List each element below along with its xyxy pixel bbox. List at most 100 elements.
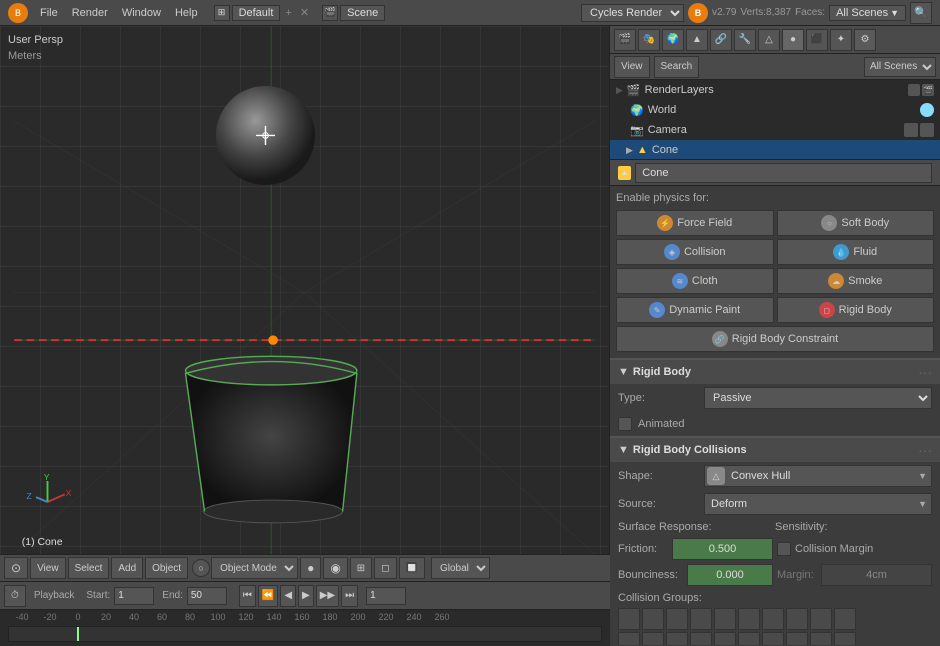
group-btn-1[interactable] — [618, 608, 640, 630]
workspace-selector[interactable]: Default — [232, 5, 281, 21]
timeline-track[interactable] — [8, 626, 602, 642]
tab-scene[interactable]: 🎭 — [638, 29, 660, 51]
orientation-selector[interactable]: Global — [431, 557, 490, 579]
group-btn-20[interactable] — [834, 632, 856, 645]
group-btn-5[interactable] — [714, 608, 736, 630]
tab-modifiers[interactable]: 🔧 — [734, 29, 756, 51]
viewport-extra3[interactable]: 🔲 — [399, 557, 425, 579]
group-btn-17[interactable] — [762, 632, 784, 645]
group-btn-14[interactable] — [690, 632, 712, 645]
shading-render-btn[interactable]: ◉ — [323, 557, 347, 579]
play-btn[interactable]: ▶ — [298, 585, 314, 607]
physics-btn-rigid-body[interactable]: ◻ Rigid Body — [777, 297, 935, 323]
group-btn-12[interactable] — [642, 632, 664, 645]
group-btn-15[interactable] — [714, 632, 736, 645]
group-btn-16[interactable] — [738, 632, 760, 645]
tab-constraints[interactable]: 🔗 — [710, 29, 732, 51]
tab-world[interactable]: 🌍 — [662, 29, 684, 51]
bounciness-value[interactable]: 0.000 — [687, 564, 773, 586]
viewport[interactable]: User Persp Meters — [0, 26, 610, 554]
tab-physics[interactable]: ⚙ — [854, 29, 876, 51]
render-engine-selector[interactable]: Cycles Render — [581, 4, 684, 22]
group-btn-9[interactable] — [810, 608, 832, 630]
physics-btn-dynamic-paint[interactable]: ✎ Dynamic Paint — [616, 297, 774, 323]
physics-btn-smoke[interactable]: ☁ Smoke — [777, 268, 935, 294]
tab-data[interactable]: △ — [758, 29, 780, 51]
play-jump-end[interactable]: ⏭ — [341, 585, 358, 607]
physics-btn-rigid-body-constraint[interactable]: 🔗 Rigid Body Constraint — [616, 326, 934, 352]
group-btn-10[interactable] — [834, 608, 856, 630]
group-btn-13[interactable] — [666, 632, 688, 645]
group-btn-2[interactable] — [642, 608, 664, 630]
play-prev-frame[interactable]: ⏪ — [258, 585, 278, 607]
group-btn-4[interactable] — [690, 608, 712, 630]
expand-arrow-cone: ▶ — [616, 145, 633, 156]
group-btn-18[interactable] — [786, 632, 808, 645]
source-selector-container[interactable]: Deform ▼ — [704, 493, 932, 515]
collision-margin-checkbox[interactable] — [777, 542, 791, 556]
viewport-extra1[interactable]: ⊞ — [350, 557, 372, 579]
rbc-section-header[interactable]: ▼ Rigid Body Collisions ··· — [610, 436, 940, 462]
all-scenes-select[interactable]: All Scenes — [864, 57, 936, 77]
shading-solid-btn[interactable]: ● — [300, 557, 321, 579]
viewport-extra2[interactable]: ◻ — [374, 557, 396, 579]
world-label: World — [648, 104, 677, 116]
type-selector[interactable]: Passive Active — [704, 387, 932, 409]
menu-help[interactable]: Help — [169, 5, 204, 21]
perspective-icon-btn[interactable]: ⊙ — [4, 557, 28, 579]
end-frame-input[interactable] — [187, 587, 227, 605]
timeline-icon[interactable]: ⏱ — [4, 585, 26, 607]
physics-btn-soft-body[interactable]: ○ Soft Body — [777, 210, 935, 236]
collision-groups-section: Collision Groups: — [610, 588, 940, 645]
play-jump-start[interactable]: ⏮ — [239, 585, 256, 607]
outliner-item-cone[interactable]: ▶ ▲ Cone — [610, 140, 940, 160]
rigid-body-section-header[interactable]: ▼ Rigid Body ··· — [610, 358, 940, 384]
physics-btn-fluid[interactable]: 💧 Fluid — [777, 239, 935, 265]
tab-texture[interactable]: ⬛ — [806, 29, 828, 51]
collision-groups-label: Collision Groups: — [618, 592, 932, 604]
timeline-playhead — [77, 627, 79, 641]
play-next[interactable]: ▶▶ — [316, 585, 339, 607]
tab-object[interactable]: ▲ — [686, 29, 708, 51]
all-scenes-selector[interactable]: All Scenes ▼ — [829, 5, 906, 21]
start-frame-input[interactable] — [114, 587, 154, 605]
smoke-icon: ☁ — [828, 273, 844, 289]
physics-btn-force-field[interactable]: ⚡ Force Field — [616, 210, 774, 236]
play-prev[interactable]: ◀ — [280, 585, 296, 607]
friction-value[interactable]: 0.500 — [672, 538, 773, 560]
workspace-add[interactable]: + — [282, 6, 294, 20]
object-btn[interactable]: Object — [145, 557, 188, 579]
add-btn[interactable]: Add — [111, 557, 143, 579]
view-dropdown-btn[interactable]: View — [614, 56, 650, 78]
physics-btn-cloth[interactable]: ≋ Cloth — [616, 268, 774, 294]
scene-selector[interactable]: Scene — [340, 5, 385, 21]
menu-window[interactable]: Window — [116, 5, 167, 21]
current-frame-input[interactable] — [366, 587, 406, 605]
outliner-item-camera[interactable]: 📷 Camera — [610, 120, 940, 140]
sensitivity-label: Sensitivity: — [775, 521, 932, 533]
tab-particles[interactable]: ✦ — [830, 29, 852, 51]
menu-render[interactable]: Render — [66, 5, 114, 21]
mode-selector[interactable]: Object Mode — [211, 557, 298, 579]
outliner-item-renderlayers[interactable]: ▶ 🎬 RenderLayers 🎬 — [610, 80, 940, 100]
animated-checkbox[interactable] — [618, 417, 632, 431]
view-btn[interactable]: View — [30, 557, 66, 579]
physics-btn-collision[interactable]: ◈ Collision — [616, 239, 774, 265]
object-name-input[interactable] — [635, 163, 932, 183]
group-btn-8[interactable] — [786, 608, 808, 630]
group-btn-19[interactable] — [810, 632, 832, 645]
menu-file[interactable]: File — [34, 5, 64, 21]
group-btn-6[interactable] — [738, 608, 760, 630]
search-button[interactable]: 🔍 — [910, 2, 932, 24]
search-bar-btn[interactable]: Search — [654, 56, 700, 78]
select-btn[interactable]: Select — [68, 557, 110, 579]
shape-selector-container[interactable]: △ Convex Hull ▼ — [704, 465, 932, 487]
tab-renderlayers[interactable]: 🎬 — [614, 29, 636, 51]
group-btn-11[interactable] — [618, 632, 640, 645]
group-btn-7[interactable] — [762, 608, 784, 630]
outliner-item-world[interactable]: 🌍 World — [610, 100, 940, 120]
workspace-remove[interactable]: ✕ — [297, 5, 312, 20]
group-btn-3[interactable] — [666, 608, 688, 630]
tab-material[interactable]: ● — [782, 29, 804, 51]
rbc-icon: 🔗 — [712, 331, 728, 347]
